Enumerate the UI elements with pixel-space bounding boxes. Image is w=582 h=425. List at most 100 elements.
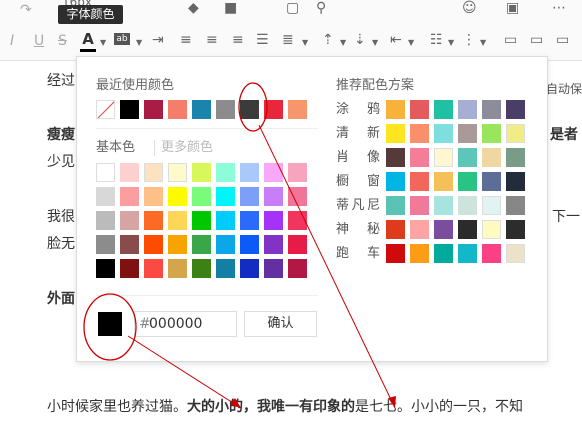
image-icon[interactable]: ▣ [506, 0, 519, 16]
basic-swatch[interactable] [120, 187, 139, 206]
basic-swatch[interactable] [120, 163, 139, 182]
basic-swatch[interactable] [168, 211, 187, 230]
justify-icon[interactable]: ☰ [256, 32, 269, 48]
redo-icon[interactable]: ↷ [20, 2, 32, 18]
basic-swatch[interactable] [264, 211, 283, 230]
basic-swatch[interactable] [144, 259, 163, 278]
basic-swatch[interactable] [216, 235, 235, 254]
paragraph-after-icon[interactable]: ⇣ [354, 32, 366, 48]
scheme-swatch[interactable] [410, 172, 429, 191]
align-left-icon[interactable]: ≡ [180, 32, 192, 48]
italic-icon[interactable]: I [10, 33, 14, 49]
scheme-swatch[interactable] [482, 196, 501, 215]
align-center-icon[interactable]: ≡ [206, 32, 218, 48]
scheme-swatch[interactable] [410, 148, 429, 167]
scheme-swatch[interactable] [458, 220, 477, 239]
scheme-swatch[interactable] [434, 172, 453, 191]
scheme-swatch[interactable] [410, 100, 429, 119]
scheme-swatch[interactable] [506, 100, 525, 119]
scheme-swatch[interactable] [458, 172, 477, 191]
scheme-swatch[interactable] [482, 100, 501, 119]
scheme-swatch[interactable] [506, 124, 525, 143]
recent-swatch[interactable] [240, 100, 259, 119]
outdent-icon[interactable]: ⇤ [390, 32, 402, 48]
scheme-swatch[interactable] [458, 124, 477, 143]
basic-swatch[interactable] [216, 163, 235, 182]
basic-swatch[interactable] [264, 163, 283, 182]
recent-swatch[interactable] [264, 100, 283, 119]
basic-swatch[interactable] [192, 259, 211, 278]
scheme-swatch[interactable] [434, 244, 453, 263]
scheme-swatch[interactable] [386, 196, 405, 215]
basic-swatch[interactable] [240, 259, 259, 278]
scheme-swatch[interactable] [506, 220, 525, 239]
basic-swatch[interactable] [288, 211, 307, 230]
bullet-list-icon[interactable]: ☷ [430, 32, 443, 48]
scheme-swatch[interactable] [458, 100, 477, 119]
basic-swatch[interactable] [288, 163, 307, 182]
bg-color-dropdown-icon[interactable]: ▼ [136, 38, 142, 47]
more-icon[interactable]: ⋯ [552, 0, 566, 16]
more-colors-link[interactable]: 更多颜色 [154, 140, 213, 156]
basic-swatch[interactable] [144, 163, 163, 182]
scheme-swatch[interactable] [434, 124, 453, 143]
paragraph-before-dropdown-icon[interactable]: ▼ [340, 38, 346, 47]
paragraph-after-dropdown-icon[interactable]: ▼ [372, 38, 378, 47]
basic-swatch[interactable] [168, 187, 187, 206]
underline-icon[interactable]: U [34, 33, 44, 49]
basic-swatch[interactable] [240, 235, 259, 254]
format-painter-icon[interactable]: ◆ [188, 0, 199, 16]
recent-swatch[interactable] [168, 100, 187, 119]
recent-swatch[interactable] [216, 100, 235, 119]
recent-swatch[interactable] [192, 100, 211, 119]
basic-swatch[interactable] [96, 259, 115, 278]
basic-swatch[interactable] [216, 211, 235, 230]
layout2-icon[interactable]: ▭ [530, 32, 543, 48]
emoji-icon[interactable]: ☺ [462, 0, 477, 16]
font-color-dropdown-icon[interactable]: ▼ [100, 38, 106, 47]
basic-swatch[interactable] [288, 259, 307, 278]
basic-swatch[interactable] [96, 235, 115, 254]
scheme-swatch[interactable] [434, 220, 453, 239]
link-icon[interactable]: ⚲ [316, 0, 326, 16]
number-list-icon[interactable]: ⋮ [462, 32, 476, 48]
basic-swatch[interactable] [168, 235, 187, 254]
line-spacing-dropdown-icon[interactable]: ▼ [302, 38, 308, 47]
font-color-button[interactable]: A [79, 31, 97, 51]
scheme-swatch[interactable] [458, 148, 477, 167]
scheme-swatch[interactable] [506, 172, 525, 191]
layout-icon[interactable]: ▭ [504, 32, 517, 48]
basic-swatch[interactable] [96, 211, 115, 230]
paragraph-before-icon[interactable]: ⇡ [322, 32, 334, 48]
scheme-swatch[interactable] [434, 196, 453, 215]
basic-swatch[interactable] [240, 187, 259, 206]
confirm-button[interactable]: 确认 [244, 311, 317, 337]
scheme-swatch[interactable] [386, 220, 405, 239]
scheme-swatch[interactable] [410, 196, 429, 215]
scheme-swatch[interactable] [482, 124, 501, 143]
no-color-swatch[interactable] [96, 100, 115, 119]
scheme-swatch[interactable] [506, 196, 525, 215]
scheme-swatch[interactable] [482, 148, 501, 167]
bullet-list-dropdown-icon[interactable]: ▼ [448, 38, 454, 47]
hex-input[interactable]: # 000000 [134, 311, 237, 337]
scheme-swatch[interactable] [386, 100, 405, 119]
basic-swatch[interactable] [120, 211, 139, 230]
scheme-swatch[interactable] [410, 124, 429, 143]
scheme-swatch[interactable] [434, 100, 453, 119]
scheme-swatch[interactable] [506, 244, 525, 263]
basic-swatch[interactable] [120, 259, 139, 278]
paste-icon[interactable]: ■ [224, 0, 237, 16]
recent-swatch[interactable] [144, 100, 163, 119]
scheme-swatch[interactable] [434, 148, 453, 167]
recent-swatch[interactable] [120, 100, 139, 119]
scheme-swatch[interactable] [386, 148, 405, 167]
number-list-dropdown-icon[interactable]: ▼ [480, 38, 486, 47]
indent-icon[interactable]: ⇥ [152, 32, 164, 48]
basic-swatch[interactable] [96, 163, 115, 182]
scheme-swatch[interactable] [482, 244, 501, 263]
basic-swatch[interactable] [144, 235, 163, 254]
scheme-swatch[interactable] [482, 220, 501, 239]
line-spacing-icon[interactable]: ≣ [282, 32, 294, 48]
layout3-icon[interactable]: ▭ [556, 32, 569, 48]
